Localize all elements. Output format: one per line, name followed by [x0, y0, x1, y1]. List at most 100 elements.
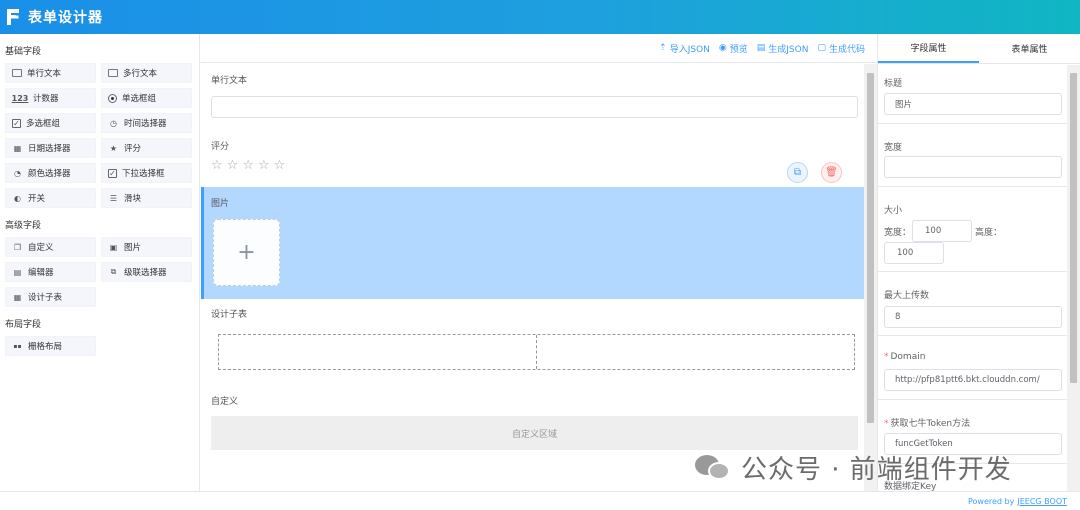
prop-label-max-upload: 最大上传数 [884, 291, 930, 301]
single-text-input[interactable] [211, 96, 858, 118]
group-title-basic: 基础字段 [5, 47, 42, 57]
comp-slider[interactable]: ☰ 滑块 [101, 188, 192, 208]
form-canvas[interactable]: 单行文本 评分 ☆ ☆ ☆ ☆ ☆ 图片 + ⧉ 🗑 设计子表 自定义 自定义区… [201, 64, 864, 491]
star-outline-icon[interactable]: ☆ [211, 158, 223, 173]
size-height-input[interactable]: 100 [884, 242, 944, 264]
star-outline-icon[interactable]: ☆ [227, 158, 239, 173]
star-outline-icon[interactable]: ☆ [258, 158, 270, 173]
field-label-subtable: 设计子表 [211, 310, 248, 320]
comp-custom[interactable]: ❐ 自定义 [5, 237, 96, 257]
editor-icon: ▤ [13, 267, 22, 277]
field-label-rate: 评分 [211, 142, 230, 152]
width-input[interactable] [884, 156, 1062, 178]
prop-label-width: 宽度 [884, 143, 903, 153]
plus-icon: + [237, 240, 256, 265]
comp-time-picker[interactable]: ◷ 时间选择器 [101, 113, 192, 133]
trash-icon: 🗑 [825, 167, 838, 178]
design-toolbar: ⇡ 导入JSON ◉ 预览 ▤ 生成JSON ▢ 生成代码 [201, 34, 877, 63]
comp-rate[interactable]: ★ 评分 [101, 138, 192, 158]
subtable-icon: ▦ [13, 292, 22, 302]
image-upload-box[interactable]: + [213, 219, 280, 286]
field-properties: 标题 图片 宽度 大小 宽度： 100 高度： 100 最大上传数 8 * Dom… [878, 65, 1068, 491]
upload-icon: ⇡ [659, 43, 667, 53]
comp-cascader[interactable]: ⧉ 级联选择器 [101, 262, 192, 282]
field-label-single-text: 单行文本 [211, 76, 248, 86]
footer: Powered by JEECG BOOT [0, 491, 1080, 510]
title-input[interactable]: 图片 [884, 93, 1062, 115]
comp-editor[interactable]: ▤ 编辑器 [5, 262, 96, 282]
token-input[interactable]: funcGetToken [884, 433, 1062, 455]
tab-field-properties[interactable]: 字段属性 [878, 34, 979, 63]
required-mark: * [884, 352, 889, 362]
comp-date-picker[interactable]: ▦ 日期选择器 [5, 138, 96, 158]
component-panel: 基础字段 单行文本 多行文本 123 计数器 单选框组 ✓ 多选框组 ◷ 时间选择器 … [0, 34, 200, 491]
textarea-icon [108, 69, 118, 77]
subtable-cell[interactable] [219, 335, 536, 369]
copy-icon: ⧉ [793, 167, 802, 178]
custom-icon: ❐ [13, 242, 22, 252]
code-file-icon: ▢ [817, 43, 826, 53]
comp-select[interactable]: ✓ 下拉选择框 [101, 163, 192, 183]
subtable-cell[interactable] [536, 335, 854, 369]
slider-icon: ☰ [109, 193, 118, 203]
subtable-dropzone[interactable] [218, 334, 855, 370]
properties-panel: 字段属性 表单属性 标题 图片 宽度 大小 宽度： 100 高度： 100 最大… [877, 34, 1080, 491]
comp-subtable[interactable]: ▦ 设计子表 [5, 287, 96, 307]
max-upload-input[interactable]: 8 [884, 306, 1062, 328]
comp-color-picker[interactable]: ◔ 颜色选择器 [5, 163, 96, 183]
divider [878, 123, 1068, 124]
comp-checkbox-group[interactable]: ✓ 多选框组 [5, 113, 96, 133]
prop-label-size: 大小 [884, 206, 903, 216]
comp-counter[interactable]: 123 计数器 [5, 88, 96, 108]
powered-by-text: Powered by [968, 496, 1015, 506]
size-width-label: 宽度： [884, 228, 912, 238]
rate-stars[interactable]: ☆ ☆ ☆ ☆ ☆ [211, 158, 285, 173]
field-label-image: 图片 [211, 199, 230, 209]
calendar-icon: ▦ [13, 143, 22, 153]
group-title-advanced: 高级字段 [5, 221, 42, 231]
size-width-input[interactable]: 100 [912, 220, 972, 242]
custom-area[interactable]: 自定义区域 [211, 416, 858, 450]
field-label-custom: 自定义 [211, 397, 239, 407]
comp-grid-layout[interactable]: ▪▪ 栅格布局 [5, 336, 96, 356]
comp-switch[interactable]: ◐ 开关 [5, 188, 96, 208]
selected-image-field[interactable]: 图片 + [201, 187, 864, 299]
prop-label-token: * 获取七牛Token方法 [884, 419, 971, 429]
properties-scrollbar-thumb[interactable] [1070, 73, 1077, 383]
generate-code-button[interactable]: ▢ 生成代码 [817, 42, 865, 55]
canvas-scrollbar[interactable] [864, 64, 877, 491]
star-icon: ★ [109, 143, 118, 153]
eye-icon: ◉ [718, 43, 727, 53]
comp-single-text[interactable]: 单行文本 [5, 63, 96, 83]
select-icon: ✓ [108, 168, 117, 178]
jeecg-boot-link[interactable]: JEECG BOOT [1017, 497, 1067, 506]
import-json-button[interactable]: ⇡ 导入JSON [659, 42, 710, 55]
form-logo-icon [6, 8, 22, 26]
clock-icon: ◷ [110, 118, 117, 128]
preview-button[interactable]: ◉ 预览 [719, 42, 748, 55]
cascader-icon: ⧉ [110, 267, 117, 276]
comp-radio-group[interactable]: 单选框组 [101, 88, 192, 108]
star-outline-icon[interactable]: ☆ [242, 158, 254, 173]
delete-field-button[interactable]: 🗑 [821, 162, 842, 183]
star-outline-icon[interactable]: ☆ [274, 158, 286, 173]
properties-tabs: 字段属性 表单属性 [878, 34, 1080, 64]
generate-json-button[interactable]: ▤ 生成JSON [757, 42, 809, 55]
app-header: 表单设计器 [0, 0, 1080, 34]
divider [878, 186, 1068, 187]
properties-scrollbar[interactable] [1067, 65, 1080, 491]
grid-icon: ▪▪ [13, 342, 22, 350]
prop-label-bind-key: 数据绑定Key [884, 482, 937, 491]
canvas-scrollbar-thumb[interactable] [867, 73, 874, 423]
comp-multi-text[interactable]: 多行文本 [101, 63, 192, 83]
number-icon: 123 [11, 93, 29, 103]
tab-form-properties[interactable]: 表单属性 [979, 34, 1080, 63]
checkbox-icon: ✓ [12, 118, 21, 128]
domain-input[interactable]: http://pfp81ptt6.bkt.clouddn.com/ [884, 369, 1062, 391]
divider [878, 271, 1068, 272]
document-icon: ▤ [756, 43, 766, 53]
copy-field-button[interactable]: ⧉ [787, 162, 808, 183]
image-icon: ▣ [109, 242, 118, 252]
input-icon [12, 69, 22, 77]
comp-image[interactable]: ▣ 图片 [101, 237, 192, 257]
